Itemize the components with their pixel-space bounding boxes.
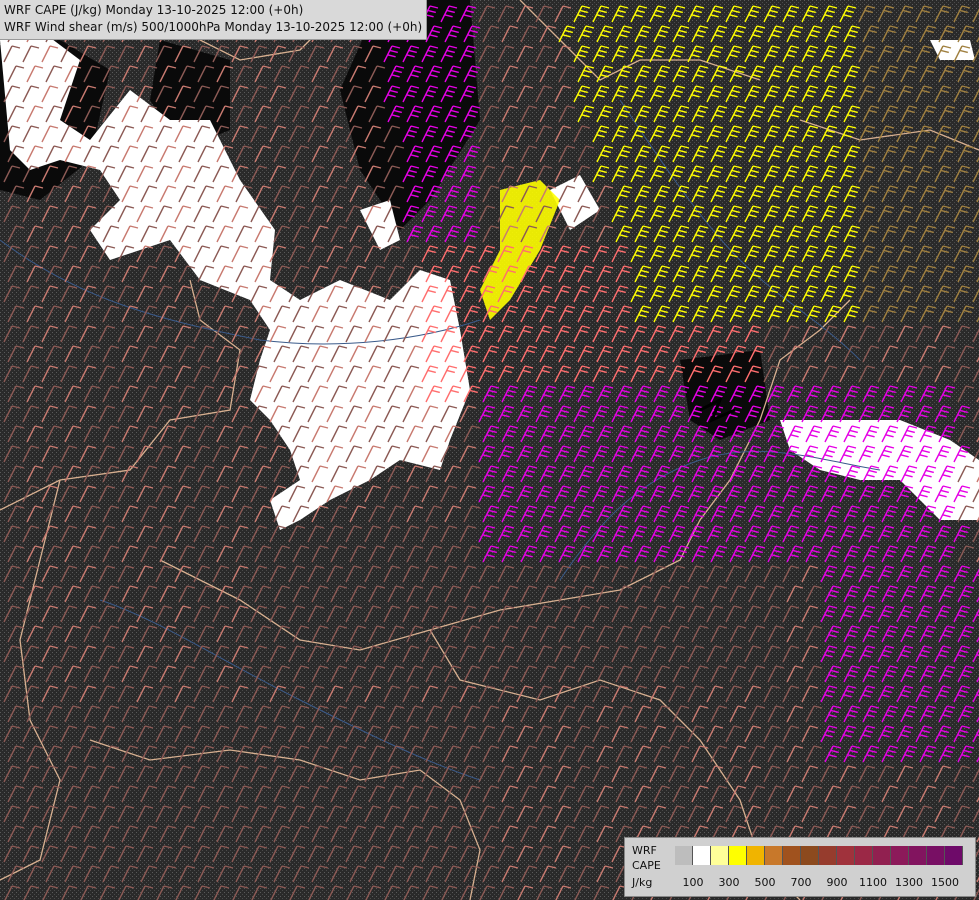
legend-color-scale — [675, 846, 963, 865]
legend-swatch — [765, 846, 783, 865]
legend-swatch — [927, 846, 945, 865]
cape-legend: WRF CAPE J/kg 100 300 500 700 900 1100 1300 150… — [624, 837, 976, 897]
legend-swatch — [855, 846, 873, 865]
legend-tick-label: 100 — [682, 876, 704, 889]
legend-swatch — [891, 846, 909, 865]
legend-swatch — [945, 846, 963, 865]
legend-swatch — [783, 846, 801, 865]
legend-swatch — [675, 846, 693, 865]
legend-swatch — [747, 846, 765, 865]
legend-tick-label: 300 — [718, 876, 740, 889]
legend-swatch — [837, 846, 855, 865]
legend-label-unit: J/kg — [632, 876, 653, 889]
legend-tick-label: 900 — [826, 876, 848, 889]
legend-label-cape: CAPE — [632, 859, 661, 872]
legend-ticks: 100 300 500 700 900 1100 1300 1500 — [675, 876, 975, 890]
legend-swatch — [693, 846, 711, 865]
legend-swatch — [819, 846, 837, 865]
legend-swatch — [909, 846, 927, 865]
legend-swatch — [729, 846, 747, 865]
title-cape: WRF CAPE (J/kg) Monday 13-10-2025 12:00 … — [4, 3, 304, 17]
legend-tick-label: 1100 — [859, 876, 887, 889]
legend-tick-label: 1500 — [931, 876, 959, 889]
legend-label-wrf: WRF — [632, 844, 657, 857]
legend-swatch — [801, 846, 819, 865]
legend-swatch — [711, 846, 729, 865]
legend-swatch — [873, 846, 891, 865]
weather-map — [0, 0, 979, 900]
title-wind-shear: WRF Wind shear (m/s) 500/1000hPa Monday … — [4, 20, 423, 34]
map-title: WRF CAPE (J/kg) Monday 13-10-2025 12:00 … — [0, 0, 428, 40]
legend-tick-label: 500 — [754, 876, 776, 889]
legend-tick-label: 700 — [790, 876, 812, 889]
legend-tick-label: 1300 — [895, 876, 923, 889]
